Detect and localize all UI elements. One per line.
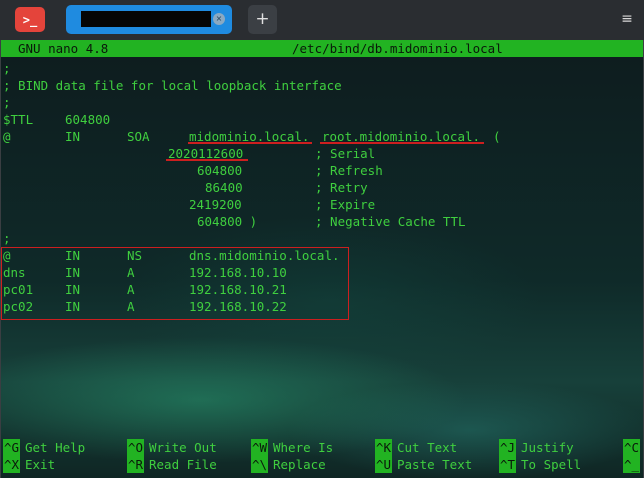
shortcut-exit[interactable]: ^X Exit	[3, 456, 123, 473]
comment-line[interactable]: ;	[3, 60, 11, 77]
shortcut-go-to-line[interactable]: ^_	[623, 456, 643, 473]
tab-title-redacted: redacted	[81, 11, 211, 27]
shortcut-key: ^X	[3, 456, 21, 473]
nano-filename: /etc/bind/db.midominio.local	[292, 41, 503, 56]
shortcut-key: ^G	[3, 439, 21, 456]
terminal-body[interactable]: GNU nano 4.8 /etc/bind/db.midominio.loca…	[0, 40, 644, 478]
shortcut-key: ^J	[499, 439, 517, 456]
shortcut-label: Write Out	[149, 440, 217, 455]
nano-title-bar: GNU nano 4.8 /etc/bind/db.midominio.loca…	[0, 40, 644, 57]
ttl-value: 604800	[65, 112, 111, 127]
shortcut-key: ^K	[375, 439, 393, 456]
negative-ttl-comment: ; Negative Cache TTL	[315, 214, 466, 229]
tab-active[interactable]: redacted ×	[66, 5, 232, 34]
nano-version: GNU nano 4.8	[18, 41, 109, 56]
shortcut-paste-text[interactable]: ^U Paste Text	[375, 456, 495, 473]
terminal-app-icon[interactable]: >_	[15, 7, 45, 32]
shortcut-key: ^_	[623, 456, 641, 473]
shortcut-label: Get Help	[25, 440, 86, 455]
serial-line[interactable]: 2020112600 ; Serial	[3, 145, 643, 162]
comment-line[interactable]: ; BIND data file for local loopback inte…	[3, 77, 342, 94]
expire-line[interactable]: 2419200 ; Expire	[3, 196, 643, 213]
shortcut-to-spell[interactable]: ^T To Spell	[499, 456, 619, 473]
shortcut-key: ^C	[623, 439, 641, 456]
annotation-underline-admin	[320, 142, 484, 144]
expire-value: 2419200	[189, 197, 242, 212]
shortcut-label: Justify	[521, 440, 574, 455]
shortcut-key: ^T	[499, 456, 517, 473]
annotation-underline-serial	[166, 159, 248, 161]
shortcut-replace[interactable]: ^\ Replace	[251, 456, 371, 473]
shortcut-cur-pos[interactable]: ^C	[623, 439, 643, 456]
annotation-records-box	[1, 247, 349, 320]
shortcut-justify[interactable]: ^J Justify	[499, 439, 619, 456]
shortcut-label: Where Is	[273, 440, 334, 455]
shortcut-key: ^R	[127, 456, 145, 473]
soa-open-paren: (	[493, 129, 501, 144]
close-tab-icon[interactable]: ×	[213, 13, 225, 25]
shortcut-write-out[interactable]: ^O Write Out	[127, 439, 247, 456]
soa-name: @	[3, 129, 11, 144]
retry-comment: ; Retry	[315, 180, 368, 195]
terminal-tab-bar: >_ redacted × + ≡	[0, 0, 644, 40]
negative-ttl-value: 604800 )	[197, 214, 258, 229]
hamburger-menu-icon[interactable]: ≡	[620, 9, 634, 29]
soa-type: SOA	[127, 129, 150, 144]
serial-comment: ; Serial	[315, 146, 376, 161]
new-tab-button[interactable]: +	[248, 5, 277, 34]
retry-line[interactable]: 86400 ; Retry	[3, 179, 643, 196]
shortcut-label: Read File	[149, 457, 217, 472]
window-border-left	[0, 40, 1, 478]
expire-comment: ; Expire	[315, 197, 376, 212]
annotation-underline-primary-ns	[188, 142, 312, 144]
refresh-value: 604800	[197, 163, 243, 178]
ttl-key: $TTL	[3, 112, 34, 127]
retry-value: 86400	[205, 180, 243, 195]
shortcut-key: ^\	[251, 456, 269, 473]
negative-ttl-line[interactable]: 604800 ) ; Negative Cache TTL	[3, 213, 643, 230]
shortcut-cut-text[interactable]: ^K Cut Text	[375, 439, 495, 456]
shortcut-label: To Spell	[521, 457, 582, 472]
refresh-comment: ; Refresh	[315, 163, 383, 178]
shortcut-key: ^W	[251, 439, 269, 456]
shortcut-read-file[interactable]: ^R Read File	[127, 456, 247, 473]
shortcut-get-help[interactable]: ^G Get Help	[3, 439, 123, 456]
comment-line[interactable]: ;	[3, 230, 11, 247]
shortcut-label: Exit	[25, 457, 56, 472]
shortcut-where-is[interactable]: ^W Where Is	[251, 439, 371, 456]
shortcut-key: ^O	[127, 439, 145, 456]
shortcut-label: Replace	[273, 457, 326, 472]
shortcut-key: ^U	[375, 456, 393, 473]
refresh-line[interactable]: 604800 ; Refresh	[3, 162, 643, 179]
shortcut-label: Cut Text	[397, 440, 458, 455]
shortcut-label: Paste Text	[397, 457, 473, 472]
soa-class: IN	[65, 129, 81, 144]
ttl-line[interactable]: $TTL 604800	[3, 111, 203, 128]
comment-line[interactable]: ;	[3, 94, 11, 111]
